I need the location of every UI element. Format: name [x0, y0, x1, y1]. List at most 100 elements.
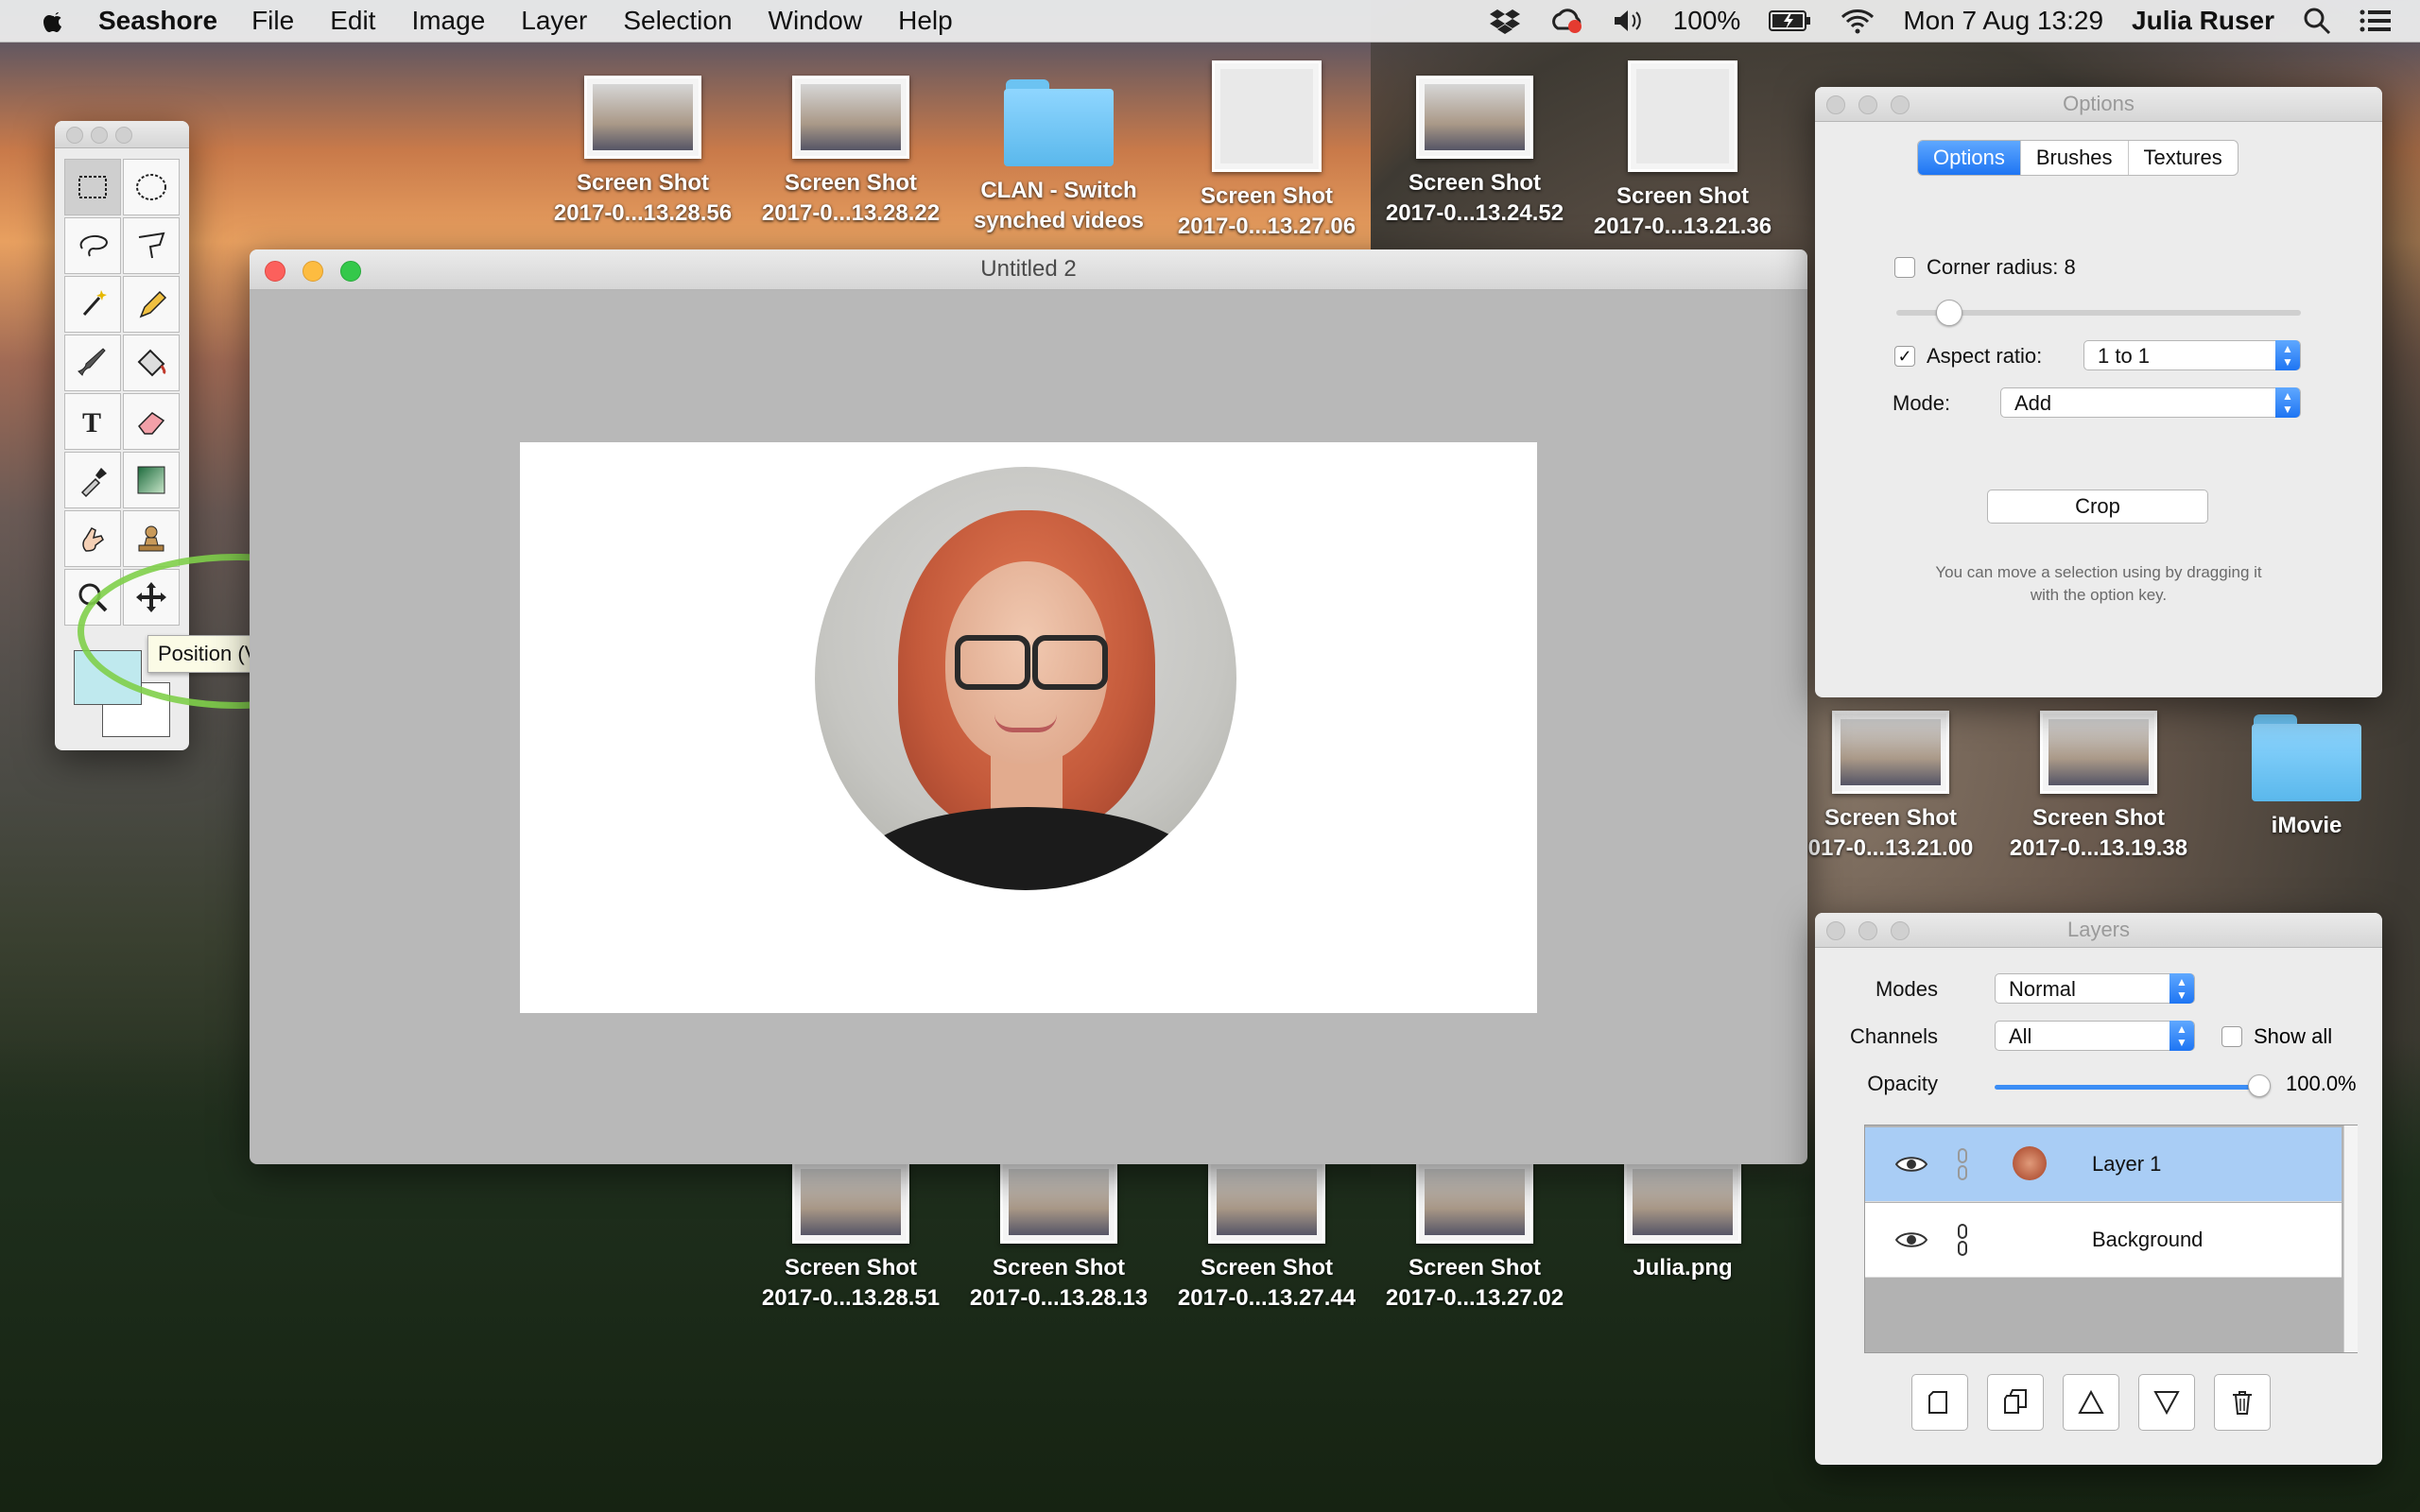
- close-button[interactable]: [66, 127, 83, 144]
- minimize-button[interactable]: [302, 261, 323, 282]
- menu-window[interactable]: Window: [769, 6, 863, 36]
- tool-rect-select[interactable]: [64, 159, 121, 215]
- desktop-icon[interactable]: Screen Shot 2017-0...13.27.44: [1163, 1160, 1371, 1314]
- desktop-icon-label: 2017-0...13.19.38: [2009, 835, 2188, 861]
- minimize-button[interactable]: [1858, 95, 1877, 114]
- close-button[interactable]: [265, 261, 285, 282]
- notification-center-icon[interactable]: [2360, 9, 2392, 33]
- tool-eyedropper[interactable]: [64, 452, 121, 508]
- tool-eraser[interactable]: [123, 393, 180, 450]
- visibility-eye-icon[interactable]: [1895, 1154, 1927, 1175]
- raise-layer-button[interactable]: [2063, 1374, 2119, 1431]
- tool-gradient[interactable]: [123, 452, 180, 508]
- file-thumbnail: [792, 1160, 909, 1244]
- zoom-button[interactable]: [1891, 921, 1910, 940]
- volume-icon[interactable]: [1613, 9, 1645, 33]
- aspect-ratio-checkbox[interactable]: ✓: [1894, 346, 1915, 367]
- text-icon: T: [82, 407, 101, 438]
- tool-ellipse-select[interactable]: [123, 159, 180, 215]
- tool-bucket[interactable]: [123, 335, 180, 391]
- desktop-icon[interactable]: Screen Shot 2017-0...13.28.22: [747, 76, 955, 229]
- link-icon[interactable]: [1956, 1224, 1969, 1256]
- battery-icon[interactable]: [1769, 9, 1812, 32]
- tool-magic-wand[interactable]: [64, 276, 121, 333]
- desktop-icon[interactable]: Julia.png: [1579, 1160, 1787, 1283]
- desktop-icon[interactable]: Screen Shot 2017-0...13.27.02: [1371, 1160, 1579, 1314]
- desktop-icon[interactable]: Screen Shot 017-0...13.21.00: [1787, 711, 1995, 864]
- desktop-icon[interactable]: Screen Shot 2017-0...13.28.56: [539, 76, 747, 229]
- menu-app-name[interactable]: Seashore: [98, 6, 217, 36]
- zoom-button[interactable]: [340, 261, 361, 282]
- new-layer-button[interactable]: [1911, 1374, 1968, 1431]
- layers-titlebar[interactable]: Layers: [1815, 913, 2382, 948]
- aspect-ratio-popup[interactable]: 1 to 1 ▲ ▼: [2083, 340, 2301, 370]
- opacity-slider-knob[interactable]: [2248, 1074, 2271, 1097]
- corner-radius-slider[interactable]: [1896, 300, 2301, 326]
- desktop-icon-label: 2017-0...13.28.13: [969, 1285, 1149, 1311]
- tool-lasso[interactable]: [64, 217, 121, 274]
- tool-text[interactable]: T: [64, 393, 121, 450]
- layer-row[interactable]: Background: [1865, 1203, 2342, 1278]
- options-tabs: Options Brushes Textures: [1917, 140, 2238, 176]
- opacity-slider[interactable]: [1995, 1074, 2271, 1097]
- datetime[interactable]: Mon 7 Aug 13:29: [1903, 6, 2103, 36]
- options-titlebar[interactable]: Options: [1815, 87, 2382, 122]
- layer-list-scrollbar[interactable]: [2343, 1125, 2358, 1352]
- desktop-icon[interactable]: Screen Shot 2017-0...13.27.06: [1163, 60, 1371, 242]
- desktop-icon[interactable]: Screen Shot 2017-0...13.28.13: [955, 1160, 1163, 1314]
- duplicate-layer-button[interactable]: [1987, 1374, 2044, 1431]
- menu-selection[interactable]: Selection: [623, 6, 732, 36]
- user-name[interactable]: Julia Ruser: [2132, 6, 2274, 36]
- mode-popup[interactable]: Add ▲ ▼: [2000, 387, 2301, 418]
- desktop-icon[interactable]: Screen Shot 2017-0...13.21.36: [1579, 60, 1787, 242]
- tool-polygon-lasso[interactable]: [123, 217, 180, 274]
- options-hint: You can move a selection using by draggi…: [1881, 561, 2316, 607]
- lower-layer-button[interactable]: [2138, 1374, 2195, 1431]
- layer-row[interactable]: Layer 1: [1865, 1127, 2342, 1202]
- menu-edit[interactable]: Edit: [330, 6, 375, 36]
- menu-layer[interactable]: Layer: [521, 6, 587, 36]
- channels-popup[interactable]: All ▲ ▼: [1995, 1021, 2195, 1051]
- desktop-icon[interactable]: Screen Shot 2017-0...13.28.51: [747, 1160, 955, 1314]
- creative-cloud-icon[interactable]: [1548, 8, 1584, 34]
- desktop-icon-label: 2017-0...13.27.02: [1385, 1285, 1564, 1311]
- desktop-icon[interactable]: CLAN - Switch synched videos: [955, 76, 1163, 236]
- show-all-checkbox[interactable]: [2221, 1026, 2242, 1047]
- desktop-icon[interactable]: iMovie: [2203, 711, 2411, 841]
- close-button[interactable]: [1826, 921, 1845, 940]
- visibility-eye-icon[interactable]: [1895, 1229, 1927, 1250]
- zoom-button[interactable]: [1891, 95, 1910, 114]
- minimize-button[interactable]: [91, 127, 108, 144]
- link-icon[interactable]: [1956, 1148, 1969, 1180]
- tool-brush[interactable]: [64, 335, 121, 391]
- wifi-icon[interactable]: [1841, 8, 1875, 34]
- image-canvas[interactable]: [520, 442, 1537, 1013]
- tool-pencil[interactable]: [123, 276, 180, 333]
- tool-clone-stamp[interactable]: [123, 510, 180, 567]
- delete-layer-button[interactable]: [2214, 1374, 2271, 1431]
- tab-textures[interactable]: Textures: [2129, 141, 2238, 175]
- tool-smudge[interactable]: [64, 510, 121, 567]
- modes-popup[interactable]: Normal ▲ ▼: [1995, 973, 2195, 1004]
- apple-icon[interactable]: [40, 7, 68, 35]
- document-titlebar[interactable]: Untitled 2: [250, 249, 1807, 290]
- desktop-icon[interactable]: Screen Shot 2017-0...13.24.52: [1371, 76, 1579, 229]
- tools-titlebar[interactable]: [55, 121, 189, 148]
- tab-brushes[interactable]: Brushes: [2021, 141, 2129, 175]
- menu-image[interactable]: Image: [411, 6, 485, 36]
- close-button[interactable]: [1826, 95, 1845, 114]
- minimize-button[interactable]: [1858, 921, 1877, 940]
- menu-file[interactable]: File: [251, 6, 294, 36]
- menu-help[interactable]: Help: [898, 6, 953, 36]
- corner-radius-checkbox[interactable]: [1894, 257, 1915, 278]
- tab-options[interactable]: Options: [1918, 141, 2021, 175]
- show-all-label: Show all: [2254, 1024, 2333, 1048]
- modes-label: Modes: [1875, 977, 1938, 1001]
- corner-radius-slider-knob[interactable]: [1936, 300, 1962, 326]
- zoom-button[interactable]: [115, 127, 132, 144]
- dropbox-icon[interactable]: [1489, 8, 1520, 34]
- polygon-lasso-icon: [138, 232, 165, 259]
- desktop-icon[interactable]: Screen Shot 2017-0...13.19.38: [1995, 711, 2203, 864]
- spotlight-icon[interactable]: [2303, 7, 2331, 35]
- crop-button[interactable]: Crop: [1987, 490, 2208, 524]
